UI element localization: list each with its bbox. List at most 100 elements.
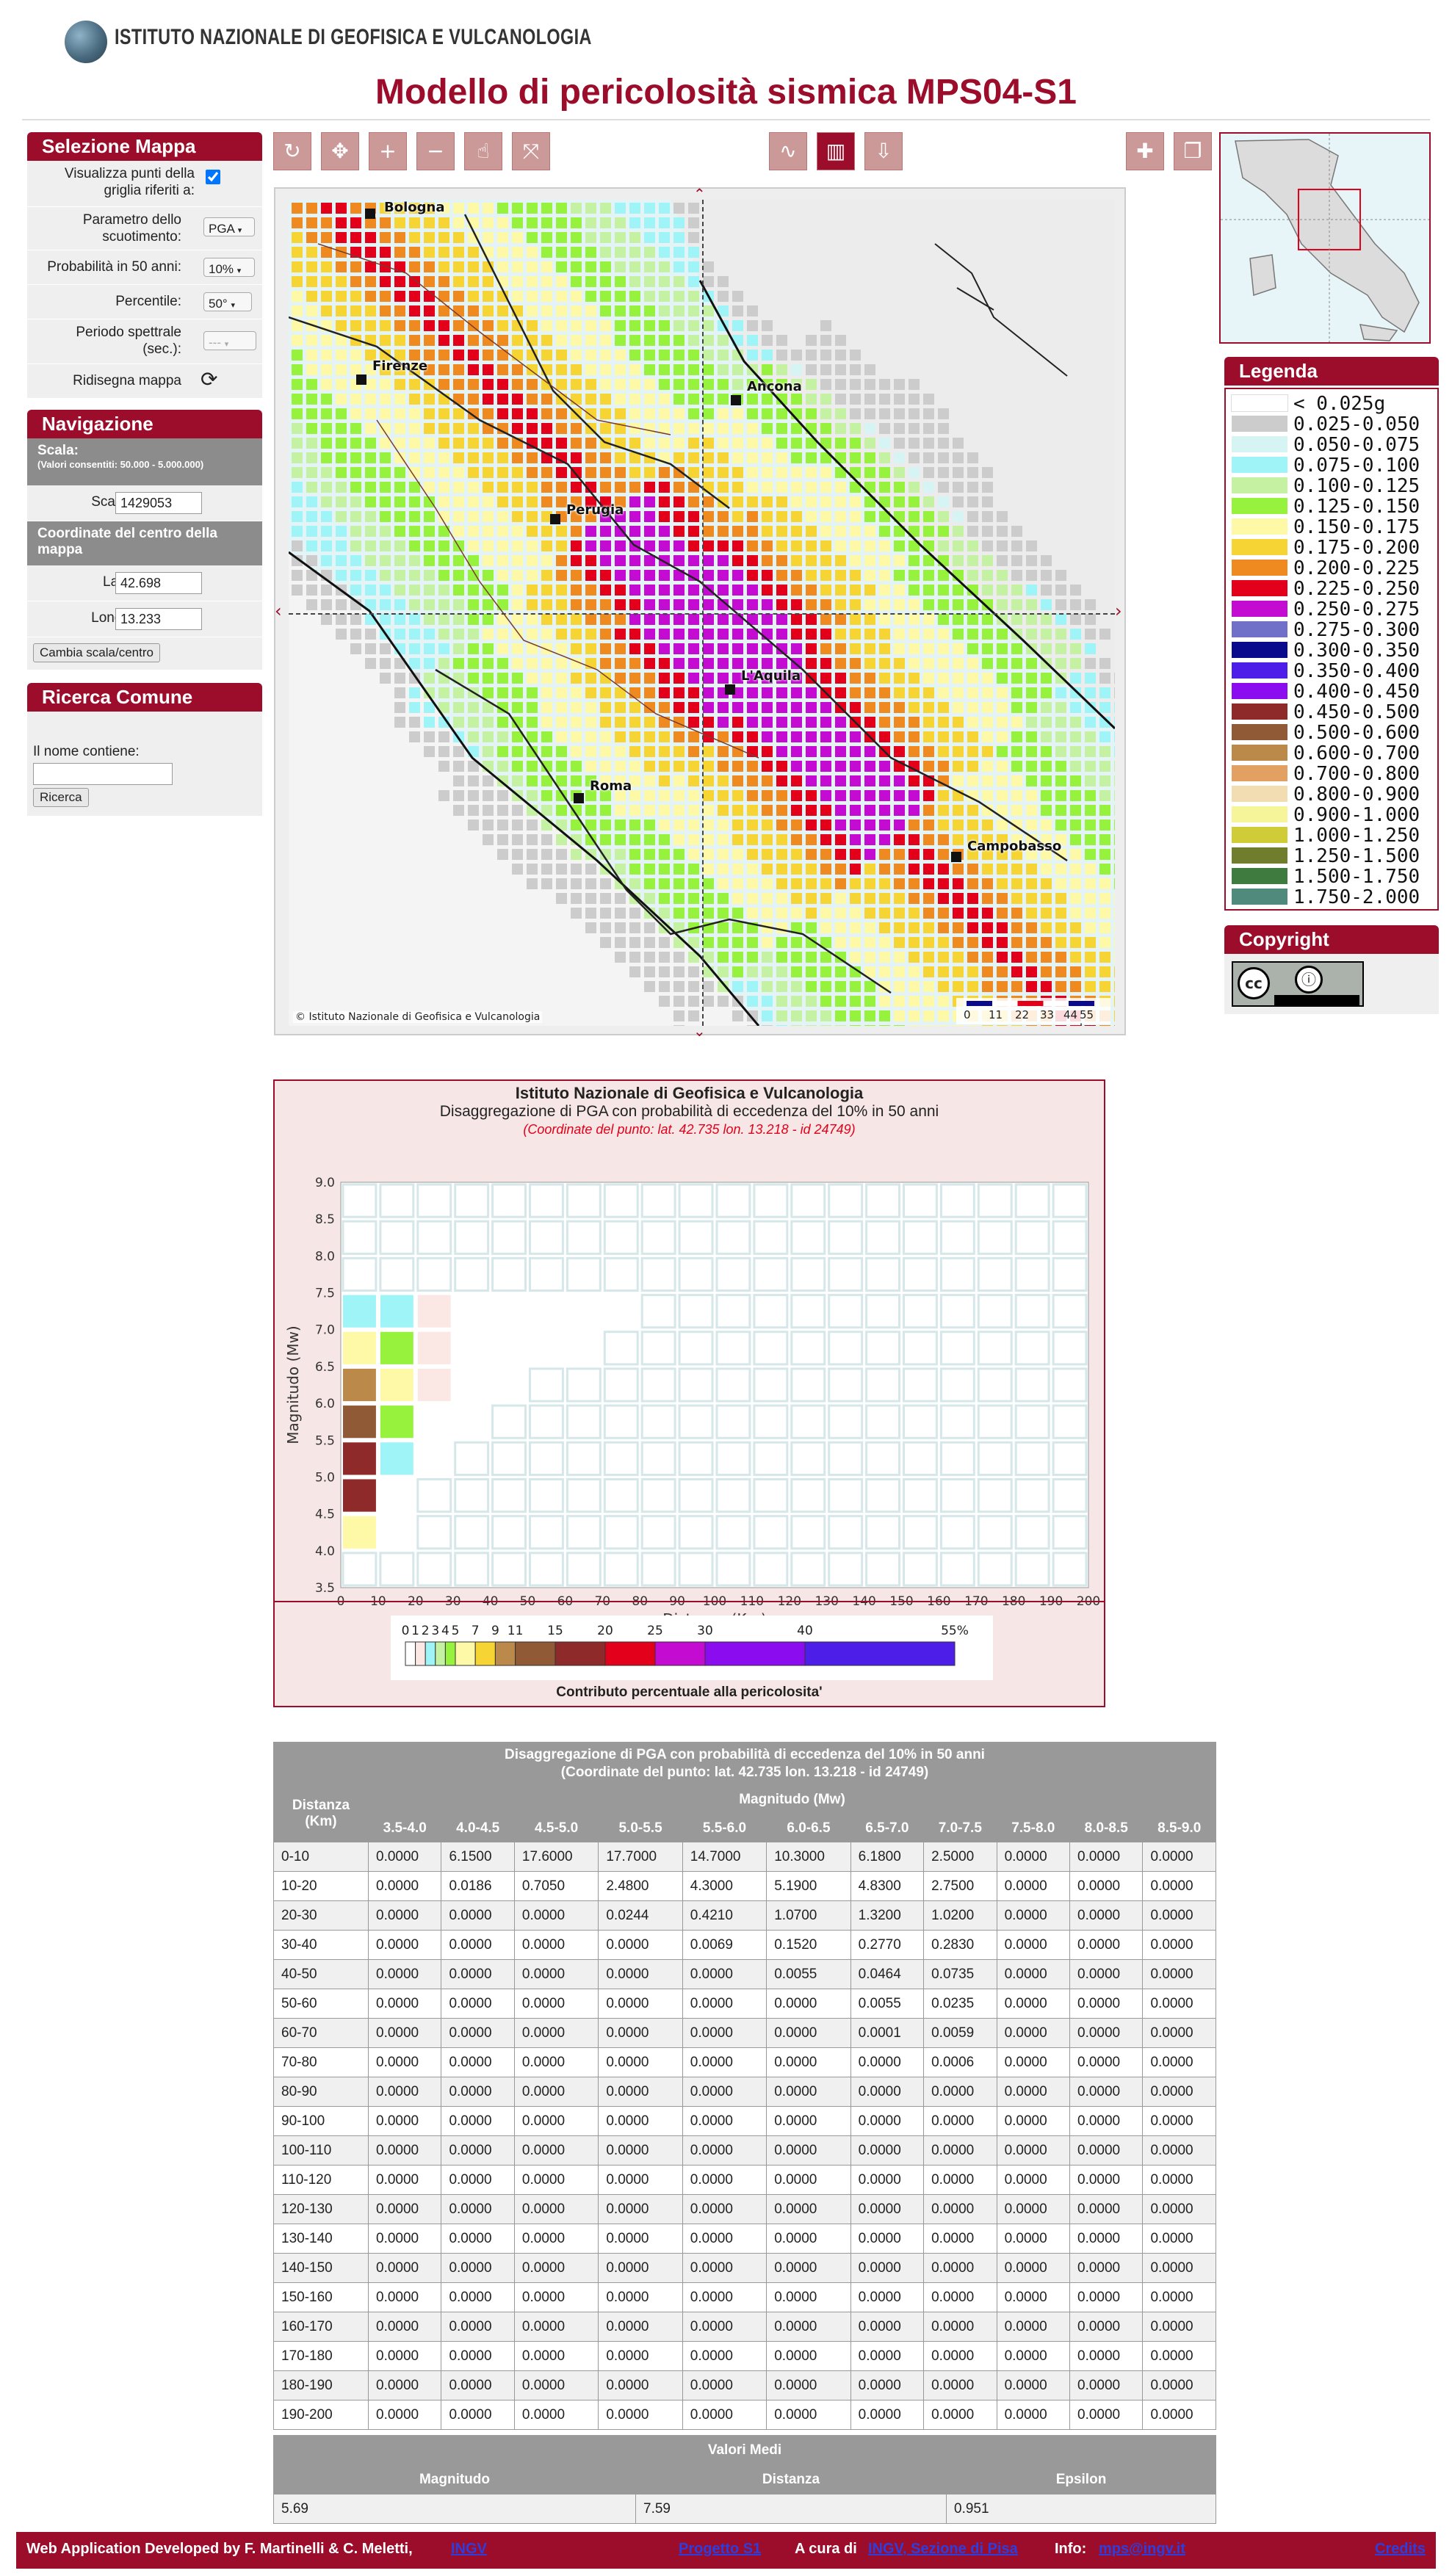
param-label: Parametro dello scuotimento:	[82, 212, 181, 245]
heatmap-cell	[715, 1220, 751, 1255]
lat-input[interactable]: 42.698	[115, 572, 202, 594]
value-cell: 0.0069	[682, 1930, 767, 1960]
value-cell: 0.0006	[923, 2047, 997, 2077]
heatmap-cell	[753, 1183, 789, 1218]
chart-subtitle: Disaggregazione di PGA con probabilità d…	[439, 1103, 939, 1120]
scale-note: (Valori consentiti: 50.000 - 5.000.000)	[37, 459, 204, 470]
footer-project-link[interactable]: Progetto S1	[679, 2541, 761, 2558]
percentile-select[interactable]: 50° ▾	[203, 292, 252, 311]
select-point-icon[interactable]: ☝	[464, 132, 502, 170]
value-cell: 0.0000	[441, 2106, 515, 2136]
param-select[interactable]: PGA ▾	[203, 217, 255, 236]
value-cell: 0.0000	[766, 2341, 851, 2371]
value-cell: 0.0000	[1142, 2047, 1216, 2077]
curve-chart-icon[interactable]: ∿	[769, 132, 807, 170]
value-cell: 0.0000	[1142, 2194, 1216, 2224]
mean-epsilon-value: 0.951	[946, 2494, 1216, 2524]
comune-name-label: Il nome contiene:	[33, 744, 140, 759]
footer-email-link[interactable]: mps@ingv.it	[1099, 2541, 1185, 2558]
bar-chart-icon[interactable]: ▥	[817, 132, 855, 170]
value-cell: 0.0000	[923, 2341, 997, 2371]
cc-by-license-icon[interactable]: cc ⓘ	[1232, 961, 1364, 1007]
footer-section-link[interactable]: INGV, Sezione di Pisa	[868, 2541, 1018, 2558]
value-cell: 0.0000	[513, 1989, 599, 2019]
chevron-down-icon: ▾	[236, 267, 242, 275]
comune-name-input[interactable]	[33, 763, 173, 785]
heatmap-cell	[603, 1404, 639, 1439]
heatmap-cell	[715, 1294, 751, 1329]
heatmap-cell	[753, 1552, 789, 1587]
color-scale-bin	[474, 1641, 496, 1666]
value-cell: 0.0000	[682, 2370, 767, 2400]
y-tick-label: 6.5	[315, 1360, 335, 1375]
value-cell: 0.0000	[923, 2077, 997, 2107]
heatmap-cell	[828, 1294, 864, 1329]
value-cell: 0.0000	[996, 2224, 1071, 2254]
search-button[interactable]: Ricerca	[33, 788, 89, 807]
period-select[interactable]: --- ▾	[203, 331, 256, 350]
value-cell: 0.0000	[1069, 2224, 1144, 2254]
value-cell: 0.0000	[513, 1930, 599, 1960]
value-cell: 0.0000	[766, 2165, 851, 2195]
overview-map[interactable]	[1219, 132, 1431, 344]
heatmap-cell	[1014, 1183, 1050, 1218]
legend-item: 0.500-0.600	[1232, 723, 1433, 743]
distance-cell: 40-50	[273, 1959, 369, 1989]
refresh-icon[interactable]: ⟳	[201, 369, 217, 391]
table-title: Disaggregazione di PGA con probabilità d…	[505, 1747, 985, 1762]
english-flag-icon[interactable]: ✚	[1126, 132, 1164, 170]
value-cell: 0.0000	[996, 2370, 1071, 2400]
chevron-down-icon: ▾	[237, 226, 242, 235]
heatmap-cell	[828, 1404, 864, 1439]
value-cell: 0.0000	[682, 2400, 767, 2430]
legend-swatch	[1232, 498, 1287, 514]
value-cell: 10.3000	[766, 1842, 851, 1872]
value-cell: 0.0000	[923, 2165, 997, 2195]
value-cell: 0.0000	[441, 1989, 515, 2019]
value-cell: 0.0000	[766, 2135, 851, 2166]
color-scale-tick: 55%	[941, 1624, 969, 1638]
value-cell: 0.0000	[996, 1930, 1071, 1960]
table-row: 140-150 0.0000 0.0000 0.0000 0.0000 0.0000 0.0…	[273, 2253, 1216, 2283]
grid-points-checkbox[interactable]	[206, 170, 220, 184]
zoom-in-icon[interactable]: +	[369, 132, 407, 170]
legend-item: 0.400-0.450	[1232, 681, 1433, 702]
footer-credits-link[interactable]: Credits	[1375, 2541, 1426, 2558]
legend-swatch	[1232, 806, 1287, 822]
heatmap-cell	[939, 1183, 975, 1218]
heatmap-cell	[416, 1256, 452, 1292]
legend-label: 0.200-0.225	[1293, 557, 1420, 579]
value-cell: 0.0000	[850, 2135, 925, 2166]
value-cell: 0.0000	[367, 1842, 442, 1872]
disaggregation-table: Disaggregazione di PGA con probabilità d…	[273, 1742, 1216, 2430]
pan-east-arrow[interactable]: ›	[1115, 601, 1122, 621]
footer-ingv-link[interactable]: INGV	[451, 2541, 487, 2558]
value-cell: 0.0000	[513, 2018, 599, 2048]
lat-row: Lat.: 42.698	[27, 565, 262, 601]
full-extent-icon[interactable]: ⤧	[512, 132, 550, 170]
legend-label: 0.225-0.250	[1293, 578, 1420, 600]
pan-west-arrow[interactable]: ‹	[275, 601, 282, 621]
selezione-mappa-panel: Selezione Mappa Visualizza punti della g…	[27, 132, 262, 399]
value-cell: 0.0000	[598, 2077, 683, 2107]
value-cell: 0.0000	[441, 2194, 515, 2224]
heatmap-cell	[529, 1367, 564, 1403]
color-scale-bin	[405, 1641, 416, 1666]
download-icon[interactable]: ⇩	[864, 132, 903, 170]
hazard-map[interactable]: Bologna Firenze Ancona Perugia L'Aquila …	[289, 200, 1115, 1026]
legend-swatch	[1232, 765, 1287, 781]
reset-icon[interactable]: ↻	[273, 132, 311, 170]
distance-cell: 170-180	[273, 2341, 369, 2371]
manual-book-icon[interactable]: ❐	[1174, 132, 1212, 170]
color-scale-title: Contributo percentuale alla pericolosita…	[556, 1685, 823, 1700]
prob-select[interactable]: 10% ▾	[203, 258, 255, 277]
heatmap-cell	[715, 1441, 751, 1476]
pan-icon[interactable]: ✥	[321, 132, 359, 170]
scale-input[interactable]: 1429053	[115, 492, 202, 514]
value-cell: 0.0000	[766, 2282, 851, 2312]
change-scale-button[interactable]: Cambia scala/centro	[33, 643, 160, 662]
lon-row: Long.: 13.233	[27, 601, 262, 637]
heatmap-cell	[529, 1220, 564, 1255]
zoom-out-icon[interactable]: −	[416, 132, 455, 170]
lon-input[interactable]: 13.233	[115, 608, 202, 630]
